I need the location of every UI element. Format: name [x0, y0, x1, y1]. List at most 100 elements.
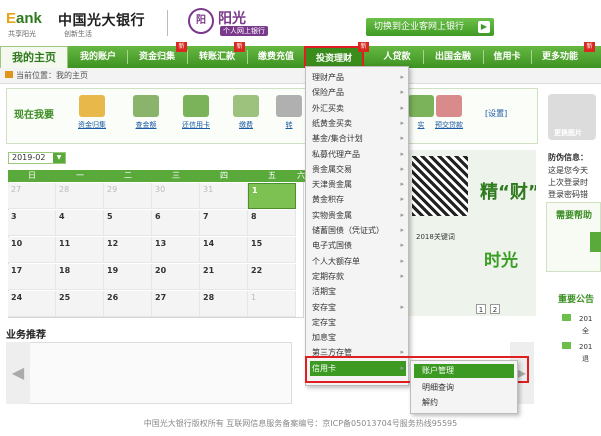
nav-more[interactable]: 更多功能: [532, 46, 588, 68]
calendar-day[interactable]: 8: [248, 210, 296, 236]
new-badge: 新: [234, 42, 245, 52]
menu-item[interactable]: 黄金积存 ▸: [310, 192, 406, 207]
quick-prepay-loan[interactable]: 预交贷款: [434, 95, 464, 130]
help-button[interactable]: [590, 232, 601, 252]
calendar-day[interactable]: 11: [56, 237, 104, 263]
notice-item-sub[interactable]: 退: [582, 354, 589, 364]
quick-query-balance[interactable]: 查金额: [126, 95, 166, 130]
nav-my-account[interactable]: 我的账户: [70, 46, 126, 68]
submenu-terminate[interactable]: 解约: [414, 396, 514, 410]
menu-item[interactable]: 个人大额存单 ▸: [310, 254, 406, 269]
weekday-header: 五: [248, 170, 296, 182]
transfer-icon: [276, 95, 302, 117]
quick-repay-credit-card[interactable]: 还信用卡: [176, 95, 216, 130]
month-value: 2019-02: [12, 153, 46, 162]
menu-item[interactable]: 定存宝: [310, 315, 406, 330]
notice-item[interactable]: 201: [562, 314, 592, 323]
calendar-day[interactable]: 12: [104, 237, 152, 263]
calendar-day[interactable]: 19: [104, 264, 152, 290]
carousel-prev-button[interactable]: ◀: [6, 342, 30, 404]
nav-loan[interactable]: 人贷款: [372, 46, 422, 68]
chevron-down-icon: ▼: [53, 153, 65, 163]
calendar-day[interactable]: 7: [200, 210, 248, 236]
calendar-day[interactable]: 4: [56, 210, 104, 236]
menu-item-label: 基金/集合计划: [312, 134, 363, 144]
partner-subtitle: 个人网上银行: [220, 26, 268, 36]
notice-item-sub[interactable]: 全: [582, 326, 589, 336]
submenu-detail-query[interactable]: 明细查询: [414, 381, 514, 395]
nav-home[interactable]: 我的主页: [0, 46, 68, 68]
calendar-day[interactable]: 24: [8, 291, 56, 317]
menu-item[interactable]: 基金/集合计划 ▸: [310, 131, 406, 146]
calendar-day[interactable]: 28: [56, 183, 104, 209]
menu-item[interactable]: 理财产品 ▸: [310, 70, 406, 85]
submenu-account-management[interactable]: 账户管理: [414, 364, 514, 378]
breadcrumb-text: 当前位置：我的主页: [16, 71, 88, 80]
chevron-right-icon: ▸: [400, 210, 404, 219]
quick-fund-collection[interactable]: 资金归集: [72, 95, 112, 130]
arrow-right-icon: ▶: [478, 21, 490, 33]
calendar-day[interactable]: 30: [152, 183, 200, 209]
new-badge: 新: [584, 42, 595, 52]
calendar-day[interactable]: 31: [200, 183, 248, 209]
calendar-day[interactable]: 29: [104, 183, 152, 209]
menu-item-label: 安存宝: [312, 302, 336, 312]
quick-transfer[interactable]: 转: [276, 95, 302, 130]
calendar-day[interactable]: 1: [248, 291, 296, 317]
menu-item[interactable]: 活期宝: [310, 284, 406, 299]
calendar-day[interactable]: 27: [8, 183, 56, 209]
menu-item[interactable]: 外汇买卖 ▸: [310, 101, 406, 116]
calendar-day[interactable]: 22: [248, 264, 296, 290]
calendar-day[interactable]: 18: [56, 264, 104, 290]
notice-item[interactable]: 201: [562, 342, 592, 351]
menu-item[interactable]: 天津贵金属 ▸: [310, 177, 406, 192]
weekday-header: 四: [200, 170, 248, 182]
menu-item[interactable]: 保险产品 ▸: [310, 85, 406, 100]
change-avatar-label[interactable]: 更换图片: [554, 128, 582, 138]
calendar-day[interactable]: 17: [8, 264, 56, 290]
quick-item-6[interactable]: 实: [408, 95, 434, 130]
calendar-day[interactable]: 21: [200, 264, 248, 290]
chevron-right-icon: ▸: [400, 180, 404, 189]
calendar-day[interactable]: 25: [56, 291, 104, 317]
menu-item[interactable]: 加息宝: [310, 330, 406, 345]
nav-credit-card[interactable]: 信用卡: [484, 46, 530, 68]
welcome-line: 这是您今天: [548, 166, 588, 175]
menu-item[interactable]: 定期存款 ▸: [310, 269, 406, 284]
promo-page-2[interactable]: 2: [490, 304, 500, 314]
calendar-day[interactable]: 14: [200, 237, 248, 263]
menu-item-label: 天津贵金属: [312, 180, 352, 190]
promo-banner[interactable]: 精“财” 时光 2018关键词 1 2: [398, 150, 536, 316]
nav-overseas[interactable]: 出国金融: [424, 46, 482, 68]
switch-to-corporate-button[interactable]: 切换到企业客网上银行 ▶: [366, 18, 494, 36]
quick-pay-bills[interactable]: 缴费: [226, 95, 266, 130]
calendar-day[interactable]: 20: [152, 264, 200, 290]
calendar-day[interactable]: 1: [248, 183, 296, 209]
menu-item[interactable]: 私募代理产品 ▸: [310, 147, 406, 162]
calendar-day[interactable]: 13: [152, 237, 200, 263]
menu-item[interactable]: 安存宝 ▸: [310, 300, 406, 315]
menu-item[interactable]: 贵金属交易 ▸: [310, 162, 406, 177]
calendar-day[interactable]: 3: [8, 210, 56, 236]
calendar-month-select[interactable]: 2019-02 ▼: [8, 152, 66, 164]
calendar-day[interactable]: 15: [248, 237, 296, 263]
weekday-header: 一: [56, 170, 104, 182]
menu-item[interactable]: 储蓄国债（凭证式） ▸: [310, 223, 406, 238]
recommend-title: 业务推荐: [6, 330, 46, 341]
calendar-day[interactable]: 28: [200, 291, 248, 317]
calendar-day[interactable]: 27: [152, 291, 200, 317]
calendar-day[interactable]: 6: [152, 210, 200, 236]
calendar-day[interactable]: 10: [8, 237, 56, 263]
menu-item[interactable]: 纸黄金买卖 ▸: [310, 116, 406, 131]
last-login-line: 上次登录时: [548, 178, 588, 187]
promo-page-1[interactable]: 1: [476, 304, 486, 314]
menu-item[interactable]: 电子式国债 ▸: [310, 238, 406, 253]
chevron-right-icon: ▸: [400, 302, 404, 311]
calendar-day[interactable]: 5: [104, 210, 152, 236]
quick-settings-link[interactable]: [设置]: [485, 108, 507, 119]
calendar-day[interactable]: 26: [104, 291, 152, 317]
nav-investment[interactable]: 投资理财: [304, 46, 364, 68]
slogan-right: 创新生活: [64, 30, 92, 38]
nav-payment[interactable]: 缴费充值: [248, 46, 304, 68]
menu-item[interactable]: 实物贵金属 ▸: [310, 208, 406, 223]
